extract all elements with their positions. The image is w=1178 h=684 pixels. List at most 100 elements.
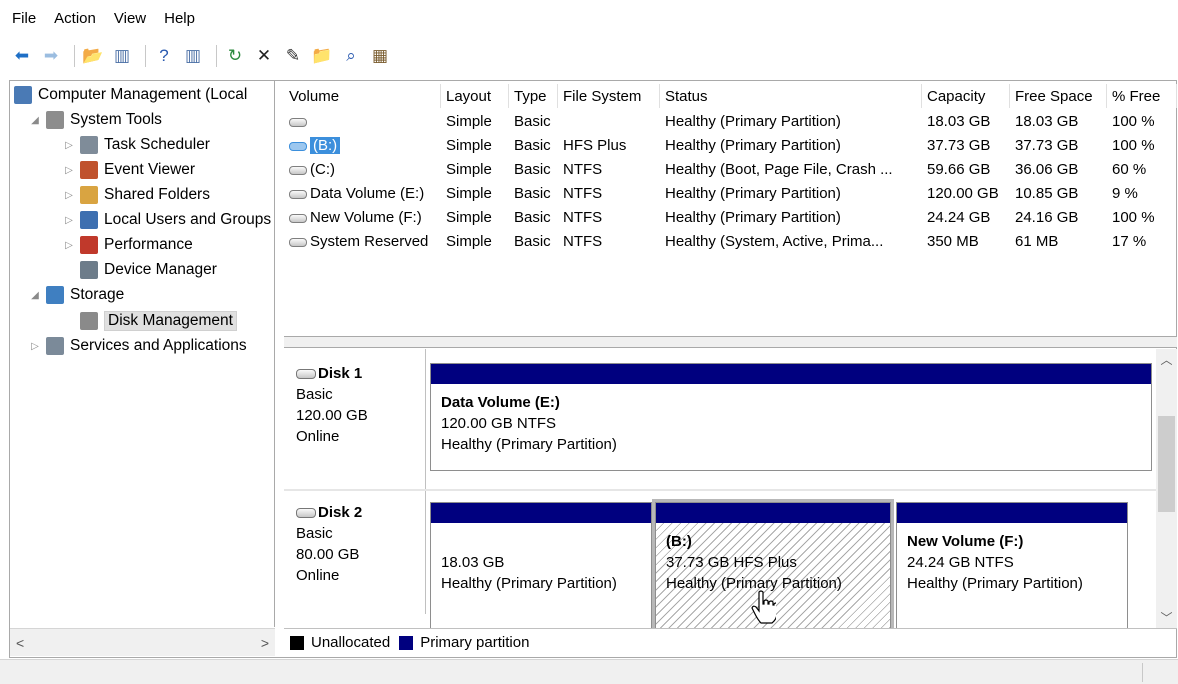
partition-text: New Volume (F:) 24.24 GB NTFS Healthy (Pri… bbox=[897, 523, 1127, 594]
tree-item-label: Services and Applications bbox=[70, 337, 247, 354]
volume-icon bbox=[289, 237, 307, 247]
show-hide-action-pane-button[interactable]: ▥ bbox=[181, 44, 205, 68]
tree-item[interactable]: ◢ Storage bbox=[28, 283, 124, 307]
expand-arrow-icon[interactable]: ▷ bbox=[62, 165, 76, 176]
tree-item[interactable]: ▷ Event Viewer bbox=[62, 158, 195, 182]
disk-graphical-view: Disk 1 Basic 120.00 GB Online Data Volume (E… bbox=[284, 349, 1156, 628]
show-hide-action-pane-icon: ▥ bbox=[184, 46, 202, 65]
disk-properties-button[interactable]: ▦ bbox=[368, 44, 392, 68]
disk-name: Disk 2 bbox=[318, 504, 363, 521]
tree-item[interactable]: ▷ Task Scheduler bbox=[62, 133, 210, 157]
partition-block[interactable]: Data Volume (E:) 120.00 GB NTFS Healthy (P… bbox=[430, 363, 1152, 471]
partition-block[interactable]: New Volume (F:) 24.24 GB NTFS Healthy (Pri… bbox=[896, 502, 1128, 628]
expand-arrow-icon[interactable]: ▷ bbox=[28, 341, 42, 352]
tree-item[interactable]: ▷ Performance bbox=[62, 233, 193, 257]
volume-cell-capacity: 59.66 GB bbox=[927, 161, 991, 178]
volume-cell-pct: 100 % bbox=[1112, 209, 1155, 226]
forward-arrow-button[interactable]: ➡ bbox=[39, 44, 63, 68]
partition-title: New Volume (F:) bbox=[907, 533, 1024, 550]
tree-item-label: Local Users and Groups bbox=[104, 211, 272, 228]
partition-text: Data Volume (E:) 120.00 GB NTFS Healthy (P… bbox=[431, 384, 1151, 455]
tree-item-label: System Tools bbox=[70, 111, 162, 128]
forward-arrow-icon: ➡ bbox=[43, 46, 59, 65]
menu-file[interactable]: File bbox=[12, 10, 36, 27]
volume-cell-status: Healthy (System, Active, Prima... bbox=[665, 233, 884, 250]
tree-item[interactable]: ▷ Shared Folders bbox=[62, 183, 210, 207]
tree-horizontal-scrollbar[interactable]: < > bbox=[10, 628, 275, 656]
expand-arrow-icon[interactable]: ▷ bbox=[62, 140, 76, 151]
volume-row[interactable]: Simple Basic Healthy (Primary Partition) 18… bbox=[284, 110, 1177, 133]
partition-block[interactable]: 18.03 GB Healthy (Primary Partition) bbox=[430, 502, 652, 628]
scroll-left-icon[interactable]: < bbox=[16, 635, 24, 651]
expand-arrow-icon[interactable]: ▷ bbox=[62, 190, 76, 201]
disk-name: Disk 1 bbox=[318, 365, 363, 382]
tree-item[interactable]: ▷ Local Users and Groups bbox=[62, 208, 271, 232]
tree-item[interactable]: Computer Management (Local bbox=[14, 83, 247, 107]
disk-divider bbox=[284, 489, 1156, 491]
delete-button[interactable]: ✕ bbox=[252, 44, 276, 68]
scroll-thumb[interactable] bbox=[1158, 416, 1175, 512]
column-header[interactable]: Free Space bbox=[1010, 84, 1107, 108]
help-button[interactable]: ? bbox=[152, 44, 176, 68]
legend-bar: Unallocated Primary partition bbox=[284, 628, 1177, 656]
show-hide-tree-button[interactable]: ▥ bbox=[110, 44, 134, 68]
volume-row[interactable]: (B:) Simple Basic HFS Plus Healthy (Primary … bbox=[284, 134, 1177, 157]
column-header[interactable]: % Free bbox=[1107, 84, 1177, 108]
scroll-right-icon[interactable]: > bbox=[261, 635, 269, 651]
volume-row[interactable]: (C:) Simple Basic NTFS Healthy (Boot, Page F… bbox=[284, 158, 1177, 181]
disk-type: Basic bbox=[296, 386, 333, 403]
open-folder-icon: 📁 bbox=[311, 46, 333, 65]
column-header[interactable]: File System bbox=[558, 84, 660, 108]
partition-size: 37.73 GB HFS Plus bbox=[666, 554, 797, 571]
tree-item[interactable]: Device Manager bbox=[62, 258, 217, 282]
expand-arrow-icon[interactable]: ◢ bbox=[28, 115, 42, 126]
column-header[interactable]: Capacity bbox=[922, 84, 1010, 108]
task-scheduler-icon bbox=[80, 136, 98, 154]
volume-cell-layout: Simple bbox=[446, 185, 492, 202]
column-header[interactable]: Type bbox=[509, 84, 558, 108]
pane-splitter[interactable] bbox=[284, 336, 1177, 348]
menu-action[interactable]: Action bbox=[54, 10, 96, 27]
volume-cell-capacity: 120.00 GB bbox=[927, 185, 999, 202]
volume-cell-volume: New Volume (F:) bbox=[284, 209, 441, 226]
scroll-down-icon[interactable]: ﹀ bbox=[1156, 609, 1177, 626]
volume-cell-free: 24.16 GB bbox=[1015, 209, 1079, 226]
volume-row[interactable]: System Reserved Simple Basic NTFS Healthy (S… bbox=[284, 230, 1177, 253]
disk-info[interactable]: Disk 1 Basic 120.00 GB Online bbox=[284, 349, 426, 488]
disk-info[interactable]: Disk 2 Basic 80.00 GB Online bbox=[284, 488, 426, 614]
open-folder-button[interactable]: 📁 bbox=[310, 44, 334, 68]
performance-icon bbox=[80, 236, 98, 254]
volume-row[interactable]: New Volume (F:) Simple Basic NTFS Healthy (P… bbox=[284, 206, 1177, 229]
back-arrow-icon: ⬅ bbox=[14, 46, 30, 65]
volume-cell-status: Healthy (Primary Partition) bbox=[665, 185, 841, 202]
menu-view[interactable]: View bbox=[114, 10, 146, 27]
up-folder-button[interactable]: 📂 bbox=[81, 44, 105, 68]
tree-item[interactable]: ▷ Services and Applications bbox=[28, 334, 247, 358]
disk-status: Online bbox=[296, 567, 340, 584]
tree-item-label: Shared Folders bbox=[104, 186, 210, 203]
partition-body: 18.03 GB Healthy (Primary Partition) bbox=[431, 523, 651, 628]
volume-row[interactable]: Data Volume (E:) Simple Basic NTFS Healthy (… bbox=[284, 182, 1177, 205]
properties-button[interactable]: ✎ bbox=[281, 44, 305, 68]
scroll-up-icon[interactable]: ︿ bbox=[1156, 351, 1177, 368]
tree-item-label: Task Scheduler bbox=[104, 136, 210, 153]
column-header[interactable]: Volume bbox=[284, 84, 441, 108]
disk-view-vertical-scrollbar[interactable]: ︿ ﹀ bbox=[1156, 349, 1177, 628]
expand-arrow-icon[interactable]: ▷ bbox=[62, 240, 76, 251]
refresh-button[interactable]: ↻ bbox=[223, 44, 247, 68]
menu-bar: File Action View Help bbox=[0, 0, 1178, 36]
search-button[interactable]: ⌕ bbox=[339, 44, 363, 68]
tree-item[interactable]: ◢ System Tools bbox=[28, 108, 162, 132]
expand-arrow-icon[interactable]: ◢ bbox=[28, 290, 42, 301]
system-tools-icon bbox=[46, 111, 64, 129]
column-header[interactable]: Layout bbox=[441, 84, 509, 108]
tree-item[interactable]: Disk Management bbox=[62, 309, 237, 333]
column-header[interactable]: Status bbox=[660, 84, 922, 108]
volume-cell-capacity: 37.73 GB bbox=[927, 137, 991, 154]
menu-help[interactable]: Help bbox=[164, 10, 195, 27]
show-hide-tree-icon: ▥ bbox=[113, 46, 131, 65]
partition-status: Healthy (Primary Partition) bbox=[907, 575, 1083, 592]
expand-arrow-icon[interactable]: ▷ bbox=[62, 215, 76, 226]
partition-body: Data Volume (E:) 120.00 GB NTFS Healthy (P… bbox=[431, 384, 1151, 470]
back-arrow-button[interactable]: ⬅ bbox=[10, 44, 34, 68]
